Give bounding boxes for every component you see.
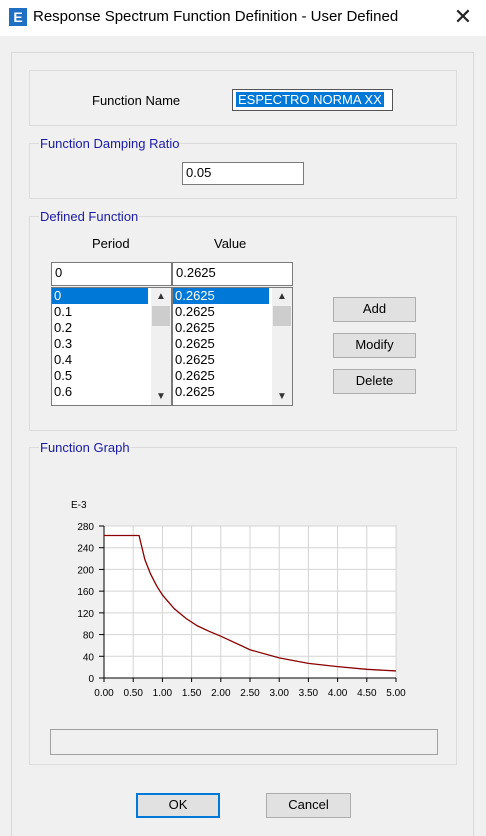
chevron-down-icon[interactable]: ▼ — [272, 388, 292, 405]
value-list-scrollbar[interactable]: ▲ ▼ — [272, 288, 292, 405]
period-input[interactable]: 0 — [51, 262, 172, 286]
value-header: Value — [214, 236, 247, 251]
scroll-thumb[interactable] — [273, 306, 291, 326]
period-list-item[interactable]: 0.2 — [52, 320, 148, 336]
damping-group-label: Function Damping Ratio — [39, 136, 181, 151]
function-name-label: Function Name — [92, 93, 181, 108]
chevron-up-icon[interactable]: ▲ — [151, 288, 171, 305]
y-tick-label: 40 — [83, 652, 95, 663]
x-tick-label: 5.00 — [386, 688, 406, 698]
value-input[interactable]: 0.2625 — [172, 262, 293, 286]
cancel-button[interactable]: Cancel — [266, 793, 351, 818]
y-multiplier-label: E-3 — [71, 500, 87, 511]
y-tick-label: 0 — [88, 674, 94, 685]
damping-group: Function Damping Ratio 0.05 — [29, 136, 457, 199]
dialog-body: Function Name ESPECTRO NORMA XX Function… — [11, 52, 474, 836]
period-header: Period — [92, 236, 130, 251]
x-tick-label: 3.50 — [299, 688, 319, 698]
function-name-value: ESPECTRO NORMA XX — [236, 92, 384, 107]
value-list-item[interactable]: 0.2625 — [173, 336, 269, 352]
chevron-down-icon[interactable]: ▼ — [151, 388, 171, 405]
function-graph-group: Function Graph 0.00 0.50 1.00 1.50 2.00 2.50 3… — [29, 440, 457, 765]
x-tick-label: 4.50 — [357, 688, 377, 698]
x-tick-label: 2.50 — [240, 688, 260, 698]
value-list[interactable]: 0.2625 0.2625 0.2625 0.2625 0.2625 0.2625 0.26… — [172, 287, 293, 406]
scroll-thumb[interactable] — [152, 306, 170, 326]
value-list-item[interactable]: 0.2625 — [173, 304, 269, 320]
value-list-item[interactable]: 0.2625 — [173, 384, 269, 400]
period-list[interactable]: 0 0.1 0.2 0.3 0.4 0.5 0.6 ▲ ▼ — [51, 287, 172, 406]
add-button[interactable]: Add — [333, 297, 416, 322]
period-list-scrollbar[interactable]: ▲ ▼ — [151, 288, 171, 405]
x-tick-label: 2.00 — [211, 688, 231, 698]
defined-function-group: Defined Function Period Value 0 0.2625 0… — [29, 209, 457, 431]
chevron-up-icon[interactable]: ▲ — [272, 288, 292, 305]
defined-function-group-label: Defined Function — [39, 209, 140, 224]
function-graph-group-label: Function Graph — [39, 440, 131, 455]
x-tick-label: 0.50 — [123, 688, 143, 698]
function-graph-chart: 0.00 0.50 1.00 1.50 2.00 2.50 3.00 3.50 4.00 4.50… — [71, 500, 406, 698]
period-list-item[interactable]: 0.5 — [52, 368, 148, 384]
window-title: Response Spectrum Function Definition - … — [33, 8, 399, 25]
title-bar: E Response Spectrum Function Definition … — [0, 0, 486, 36]
x-tick-label: 3.00 — [269, 688, 289, 698]
period-list-item[interactable]: 0.4 — [52, 352, 148, 368]
period-list-item[interactable]: 0.3 — [52, 336, 148, 352]
function-name-input[interactable]: ESPECTRO NORMA XX — [232, 89, 393, 111]
damping-ratio-input[interactable]: 0.05 — [182, 162, 304, 185]
x-tick-label: 0.00 — [94, 688, 114, 698]
y-tick-label: 80 — [83, 631, 95, 642]
status-box — [50, 729, 438, 755]
y-tick-label: 240 — [77, 544, 94, 555]
x-tick-label: 1.50 — [182, 688, 202, 698]
function-name-group: Function Name ESPECTRO NORMA XX — [29, 70, 457, 126]
value-list-item[interactable]: 0.2625 — [173, 368, 269, 384]
modify-button[interactable]: Modify — [333, 333, 416, 358]
x-tick-label: 1.00 — [153, 688, 173, 698]
delete-button[interactable]: Delete — [333, 369, 416, 394]
x-tick-label: 4.00 — [328, 688, 348, 698]
close-icon[interactable]: ✕ — [450, 4, 476, 30]
period-list-item[interactable]: 0 — [52, 288, 148, 304]
app-icon: E — [9, 8, 27, 26]
y-tick-label: 280 — [77, 522, 94, 533]
y-tick-label: 200 — [77, 565, 94, 576]
value-list-item[interactable]: 0.2625 — [173, 288, 269, 304]
value-list-item[interactable]: 0.2625 — [173, 352, 269, 368]
period-list-item[interactable]: 0.6 — [52, 384, 148, 400]
y-tick-label: 160 — [77, 587, 94, 598]
period-list-item[interactable]: 0.1 — [52, 304, 148, 320]
value-list-item[interactable]: 0.2625 — [173, 320, 269, 336]
ok-button[interactable]: OK — [136, 793, 220, 818]
y-tick-label: 120 — [77, 609, 94, 620]
